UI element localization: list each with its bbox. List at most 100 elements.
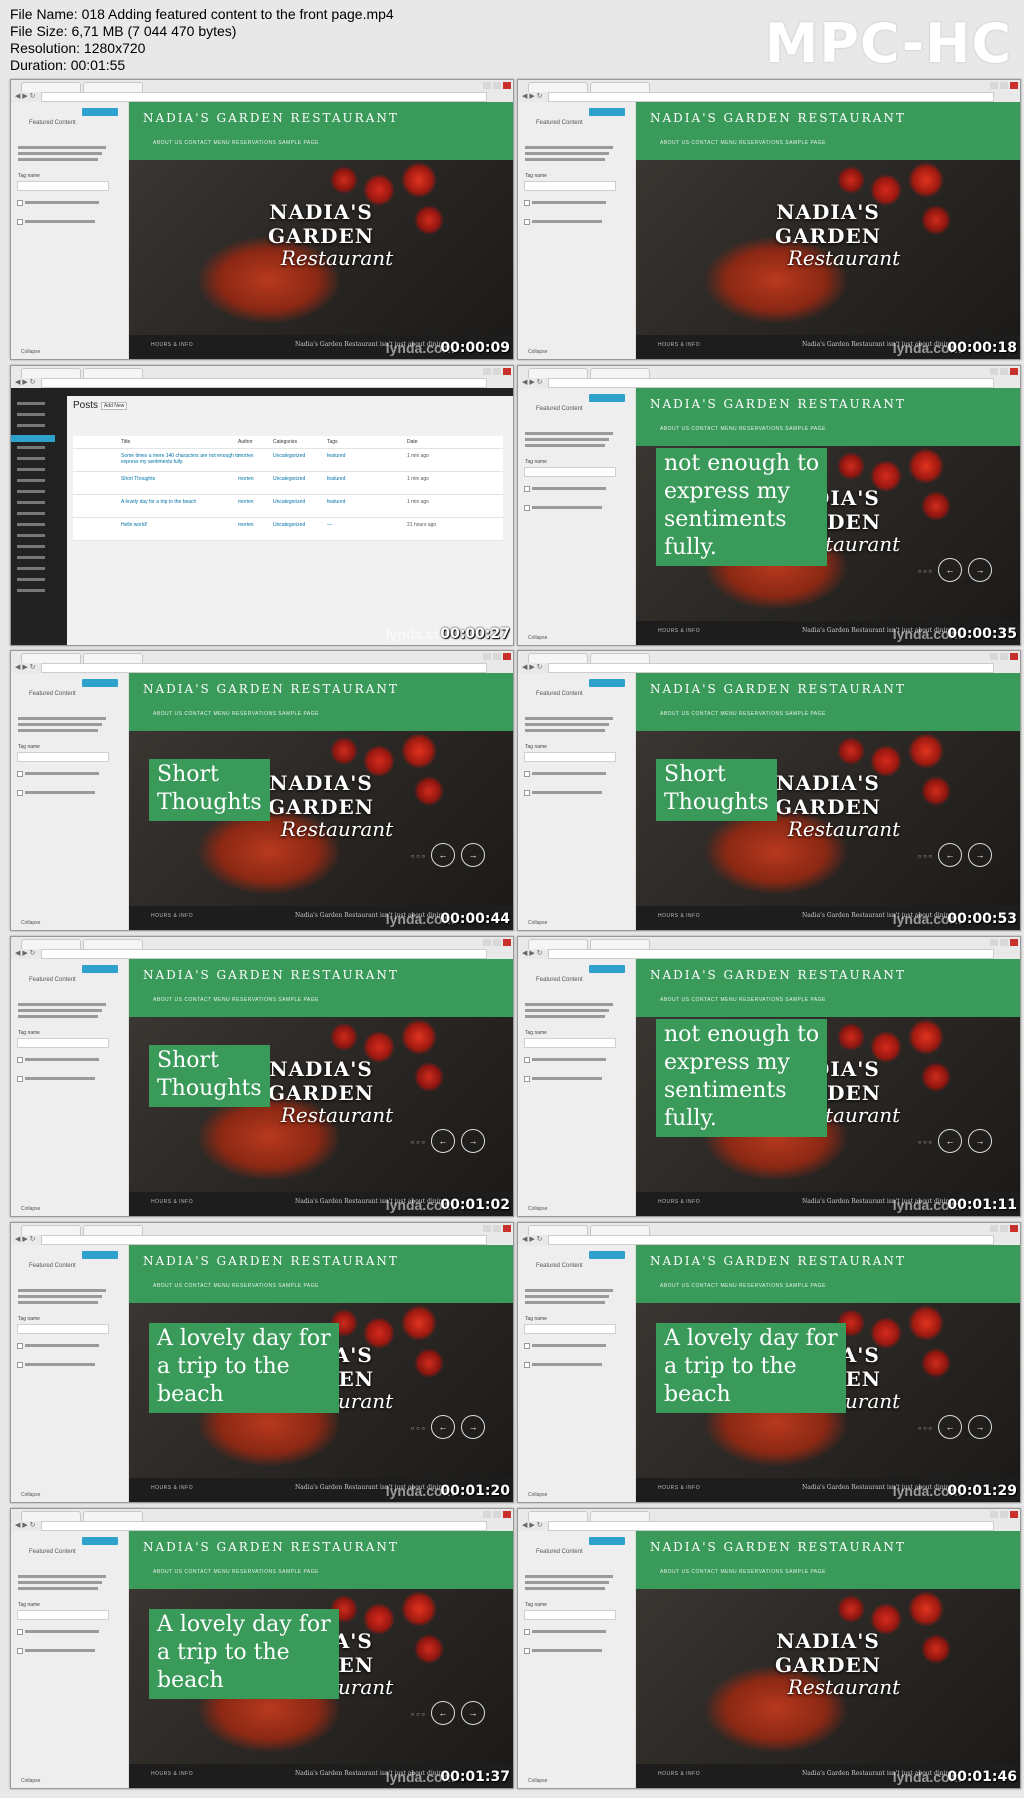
close-icon[interactable] — [1010, 82, 1018, 89]
next-slide-button[interactable]: → — [461, 1415, 485, 1439]
tag-link[interactable]: featured — [327, 499, 345, 505]
maximize-icon[interactable] — [493, 939, 501, 946]
collapse-button[interactable]: Collapse — [21, 349, 40, 355]
address-bar[interactable] — [548, 949, 994, 959]
post-title-link[interactable]: A lovely day for a trip to the beach — [121, 499, 241, 505]
category-link[interactable]: Uncategorized — [273, 499, 305, 505]
next-slide-button[interactable]: → — [968, 843, 992, 867]
slider-dots[interactable]: ○ ○ ○ — [411, 854, 425, 860]
back-icon[interactable]: ◀ ▶ ↻ — [522, 1521, 543, 1529]
minimize-icon[interactable] — [990, 1511, 998, 1518]
browser-tab[interactable] — [590, 1225, 650, 1235]
slider-dots[interactable]: ○ ○ ○ — [411, 1426, 425, 1432]
display-tag-checkbox[interactable] — [524, 1076, 530, 1082]
previous-slide-button[interactable]: ← — [938, 558, 962, 582]
minimize-icon[interactable] — [990, 1225, 998, 1232]
maximize-icon[interactable] — [1000, 653, 1008, 660]
tag-name-input[interactable] — [524, 1610, 616, 1620]
previous-slide-button[interactable]: ← — [431, 1129, 455, 1153]
admin-menu-item[interactable] — [17, 413, 45, 416]
browser-tab[interactable] — [83, 1225, 143, 1235]
main-nav[interactable]: ABOUT US CONTACT MENU RESERVATIONS SAMPL… — [153, 997, 319, 1003]
browser-tab[interactable] — [83, 653, 143, 663]
author-link[interactable]: morten — [238, 499, 254, 505]
main-nav[interactable]: ABOUT US CONTACT MENU RESERVATIONS SAMPL… — [153, 1283, 319, 1289]
collapse-button[interactable]: Collapse — [528, 1206, 547, 1212]
minimize-icon[interactable] — [483, 368, 491, 375]
save-publish-button[interactable] — [589, 1251, 625, 1259]
save-publish-button[interactable] — [82, 1251, 118, 1259]
admin-menu-item[interactable] — [17, 468, 45, 471]
admin-menu-item[interactable] — [17, 402, 45, 405]
save-publish-button[interactable] — [82, 108, 118, 116]
minimize-icon[interactable] — [483, 939, 491, 946]
hide-tag-checkbox[interactable] — [17, 1343, 23, 1349]
site-title[interactable]: NADIA'S GARDEN RESTAURANT — [143, 1254, 399, 1268]
tag-name-input[interactable] — [524, 1324, 616, 1334]
minimize-icon[interactable] — [990, 653, 998, 660]
browser-tab[interactable] — [83, 1511, 143, 1521]
hide-tag-checkbox[interactable] — [524, 1629, 530, 1635]
admin-menu-item[interactable] — [17, 479, 45, 482]
maximize-icon[interactable] — [1000, 82, 1008, 89]
display-tag-checkbox[interactable] — [524, 1648, 530, 1654]
tag-name-input[interactable] — [524, 181, 616, 191]
close-icon[interactable] — [503, 1511, 511, 1518]
close-icon[interactable] — [503, 939, 511, 946]
main-nav[interactable]: ABOUT US CONTACT MENU RESERVATIONS SAMPL… — [660, 711, 826, 717]
hide-tag-checkbox[interactable] — [17, 771, 23, 777]
back-icon[interactable]: ◀ ▶ ↻ — [15, 378, 36, 386]
minimize-icon[interactable] — [990, 82, 998, 89]
save-publish-button[interactable] — [82, 1537, 118, 1545]
browser-tab[interactable] — [528, 1225, 588, 1235]
hide-tag-checkbox[interactable] — [17, 200, 23, 206]
site-title[interactable]: NADIA'S GARDEN RESTAURANT — [143, 968, 399, 982]
browser-tab[interactable] — [83, 368, 143, 378]
collapse-button[interactable]: Collapse — [21, 1778, 40, 1784]
slider-dots[interactable]: ○ ○ ○ — [411, 1140, 425, 1146]
save-publish-button[interactable] — [589, 394, 625, 402]
featured-slide-caption[interactable]: A lovely day for a trip to the beach — [149, 1609, 339, 1699]
featured-slide-caption[interactable]: A lovely day for a trip to the beach — [149, 1323, 339, 1413]
previous-slide-button[interactable]: ← — [938, 843, 962, 867]
category-link[interactable]: Uncategorized — [273, 476, 305, 482]
site-title[interactable]: NADIA'S GARDEN RESTAURANT — [143, 1540, 399, 1554]
site-title[interactable]: NADIA'S GARDEN RESTAURANT — [650, 682, 906, 696]
browser-tab[interactable] — [528, 939, 588, 949]
hide-tag-checkbox[interactable] — [524, 771, 530, 777]
address-bar[interactable] — [41, 92, 487, 102]
main-nav[interactable]: ABOUT US CONTACT MENU RESERVATIONS SAMPL… — [153, 711, 319, 717]
browser-tab[interactable] — [590, 653, 650, 663]
previous-slide-button[interactable]: ← — [938, 1415, 962, 1439]
admin-menu-item[interactable] — [17, 424, 45, 427]
hide-tag-checkbox[interactable] — [524, 1057, 530, 1063]
tag-link[interactable]: — — [327, 522, 332, 528]
next-slide-button[interactable]: → — [968, 1415, 992, 1439]
author-link[interactable]: morten — [238, 453, 254, 459]
maximize-icon[interactable] — [1000, 1225, 1008, 1232]
next-slide-button[interactable]: → — [461, 843, 485, 867]
next-slide-button[interactable]: → — [461, 1129, 485, 1153]
maximize-icon[interactable] — [493, 368, 501, 375]
address-bar[interactable] — [41, 378, 487, 388]
collapse-button[interactable]: Collapse — [528, 635, 547, 641]
back-icon[interactable]: ◀ ▶ ↻ — [522, 949, 543, 957]
browser-tab[interactable] — [21, 653, 81, 663]
display-tag-checkbox[interactable] — [524, 219, 530, 225]
hide-tag-checkbox[interactable] — [524, 486, 530, 492]
minimize-icon[interactable] — [990, 368, 998, 375]
maximize-icon[interactable] — [1000, 1511, 1008, 1518]
site-title[interactable]: NADIA'S GARDEN RESTAURANT — [143, 111, 399, 125]
next-slide-button[interactable]: → — [461, 1701, 485, 1725]
browser-tab[interactable] — [528, 653, 588, 663]
admin-menu-item[interactable] — [17, 490, 45, 493]
back-icon[interactable]: ◀ ▶ ↻ — [15, 663, 36, 671]
category-link[interactable]: Uncategorized — [273, 453, 305, 459]
close-icon[interactable] — [503, 368, 511, 375]
display-tag-checkbox[interactable] — [17, 1648, 23, 1654]
featured-slide-caption[interactable]: Short Thoughts — [656, 759, 777, 821]
close-icon[interactable] — [1010, 939, 1018, 946]
minimize-icon[interactable] — [990, 939, 998, 946]
admin-menu-item[interactable] — [17, 567, 45, 570]
close-icon[interactable] — [1010, 1511, 1018, 1518]
